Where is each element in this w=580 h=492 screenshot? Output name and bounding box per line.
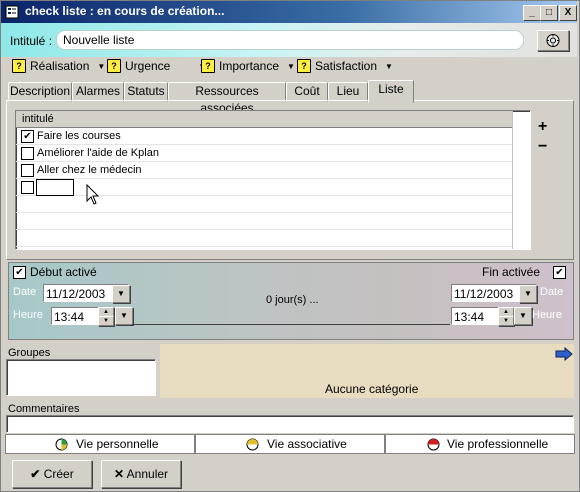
arrow-right-icon[interactable] [555, 347, 573, 361]
app-icon [5, 5, 19, 19]
grid-header: intitulé [16, 111, 512, 128]
start-time-label: Heure [13, 309, 43, 321]
checkmark-icon: ✔ [30, 467, 41, 481]
duration-text: 0 jour(s) ... [266, 294, 319, 306]
tab-ressources[interactable]: Ressources associées [168, 82, 286, 115]
tab-liste[interactable]: Liste [368, 80, 414, 103]
list-item-label: Améliorer l'aide de Kplan [37, 147, 159, 159]
tab-vie-personnelle[interactable]: Vie personnelle [5, 434, 195, 454]
vie-professionnelle-icon [427, 438, 440, 451]
chevron-down-icon[interactable]: ▼ [112, 285, 130, 303]
column-divider [512, 111, 513, 249]
minimize-button[interactable]: _ [523, 5, 541, 21]
list-item[interactable]: ✔ Faire les courses [16, 128, 512, 145]
vie-associative-icon [246, 438, 259, 451]
creer-button[interactable]: ✔ Créer [12, 460, 92, 488]
start-time-down-button[interactable]: ▼ [98, 316, 114, 326]
tab-vie-associative[interactable]: Vie associative [195, 434, 385, 454]
empty-row [16, 213, 512, 230]
add-item-button[interactable]: + [538, 118, 547, 136]
window-title: check liste : en cours de création... [25, 4, 225, 18]
checkbox[interactable] [21, 147, 34, 160]
urgence-label: Urgence [125, 59, 171, 73]
tab-statuts[interactable]: Statuts [124, 82, 168, 102]
new-item-input[interactable] [36, 179, 74, 196]
checkbox-checked[interactable]: ✔ [21, 130, 34, 143]
end-date-label: Date [540, 286, 564, 298]
intitule-input[interactable]: Nouvelle liste [56, 30, 524, 50]
list-item[interactable]: Améliorer l'aide de Kplan [16, 145, 512, 162]
gear-icon [546, 34, 560, 47]
debut-checkbox[interactable]: ✔ [13, 266, 26, 279]
duration-line [132, 324, 450, 325]
close-button[interactable]: X [559, 5, 577, 21]
annuler-button[interactable]: ✕ Annuler [101, 460, 181, 488]
question-icon: ? [107, 59, 121, 73]
question-icon: ? [201, 59, 215, 73]
groupes-label: Groupes [8, 347, 51, 359]
satisfaction-dropdown[interactable]: ? Satisfaction ▼ [297, 58, 393, 74]
intitule-value: Nouvelle liste [63, 33, 135, 47]
fin-checkbox[interactable]: ✔ [553, 266, 566, 279]
end-time-down-button[interactable]: ▼ [498, 316, 514, 326]
tab-description[interactable]: Description [8, 82, 72, 102]
start-date-label: Date [13, 286, 37, 298]
column-header-intitule[interactable]: intitulé [22, 113, 54, 125]
maximize-button[interactable]: □ [540, 5, 558, 21]
checkbox[interactable] [21, 181, 34, 194]
fin-label: Fin activée [482, 265, 541, 279]
chevron-down-icon: ▼ [97, 61, 106, 71]
realisation-label: Réalisation [30, 59, 90, 73]
tab-lieu[interactable]: Lieu [328, 82, 368, 102]
vie-personnelle-icon [55, 438, 68, 451]
annuler-label: Annuler [126, 467, 169, 481]
cross-icon: ✕ [113, 467, 124, 481]
options-button[interactable] [537, 30, 569, 51]
importance-label: Importance [219, 59, 280, 73]
tab-alarmes[interactable]: Alarmes [72, 82, 124, 102]
realisation-dropdown[interactable]: ? Réalisation ▼ [12, 58, 105, 74]
importance-dropdown[interactable]: ? Importance ▼ [201, 58, 295, 74]
remove-item-button[interactable]: − [538, 138, 547, 156]
empty-row [16, 230, 512, 247]
urgence-dropdown[interactable]: ?Urgence▼ [107, 58, 206, 74]
vie-personnelle-label: Vie personnelle [76, 437, 159, 451]
chevron-down-icon: ▼ [385, 61, 393, 71]
chevron-down-icon[interactable]: ▼ [115, 307, 133, 325]
satisfaction-label: Satisfaction [315, 59, 378, 73]
end-time-label: Heure [532, 309, 562, 321]
list-item-label: Aller chez le médecin [37, 164, 142, 176]
categories-empty-text: Aucune catégorie [325, 382, 419, 396]
tab-cout[interactable]: Coût [286, 82, 328, 102]
list-item[interactable]: Aller chez le médecin [16, 162, 512, 179]
commentaires-label: Commentaires [8, 403, 80, 415]
vie-professionnelle-label: Vie professionnelle [447, 437, 549, 451]
creer-label: Créer [43, 467, 74, 481]
checkbox[interactable] [21, 164, 34, 177]
intitule-label: Intitulé : [10, 34, 53, 48]
question-icon: ? [12, 59, 26, 73]
list-item-label: Faire les courses [37, 130, 121, 142]
title-bar[interactable]: check liste : en cours de création... _ … [1, 1, 577, 23]
tab-vie-professionnelle[interactable]: Vie professionnelle [385, 434, 575, 454]
vie-associative-label: Vie associative [267, 437, 347, 451]
debut-label: Début activé [30, 265, 97, 279]
commentaires-input[interactable] [6, 415, 574, 433]
categories-box[interactable]: Aucune catégorie [160, 344, 574, 398]
chevron-down-icon[interactable]: ▼ [514, 307, 532, 325]
chevron-down-icon[interactable]: ▼ [519, 285, 537, 303]
liste-grid[interactable]: intitulé ✔ Faire les courses Améliorer l… [15, 110, 531, 250]
chevron-down-icon: ▼ [287, 61, 295, 71]
groupes-box[interactable] [6, 359, 156, 396]
question-icon: ? [297, 59, 311, 73]
mouse-cursor-icon [86, 184, 100, 205]
